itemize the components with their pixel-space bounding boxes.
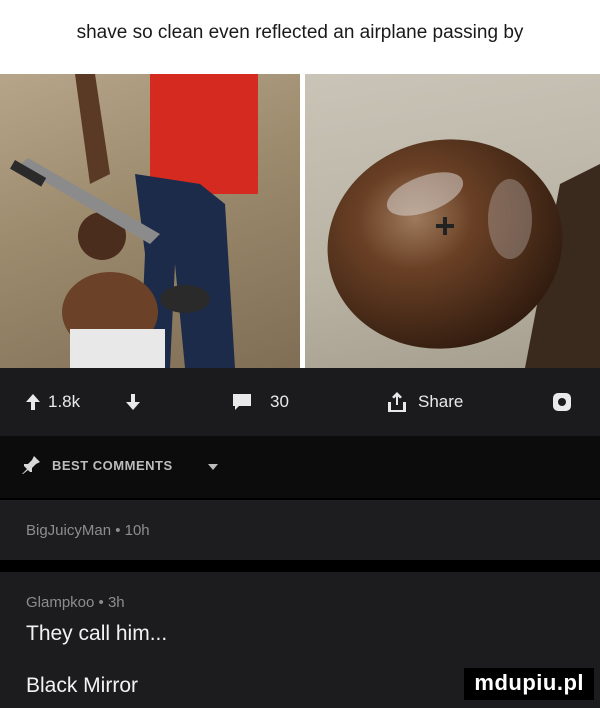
comment-count: 30 <box>270 392 289 411</box>
pin-icon <box>22 456 40 474</box>
comment-meta: BigJuicyMan • 10h <box>26 522 150 539</box>
comment-button[interactable] <box>233 368 251 436</box>
settings-icon <box>553 393 571 411</box>
downvote-button[interactable] <box>126 368 140 436</box>
post-image[interactable] <box>0 66 600 368</box>
barber-photo <box>0 74 300 368</box>
share-button[interactable]: Share <box>388 368 463 436</box>
upvote-arrow-icon <box>26 394 40 410</box>
best-comments-header[interactable]: BEST COMMENTS <box>0 436 600 498</box>
settings-button[interactable] <box>552 368 572 436</box>
comment-icon <box>233 394 251 410</box>
comment-text: They call him... <box>26 622 168 645</box>
best-comments-label: BEST COMMENTS <box>52 458 173 473</box>
comment-text-line-2: Black Mirror <box>26 674 139 697</box>
post-caption: shave so clean even reflected an airplan… <box>0 0 600 66</box>
comment-meta: Glampkoo • 3h <box>26 594 125 611</box>
post-actions-bar: 1.8k 30 Share <box>0 368 600 436</box>
watermark: mdupiu.pl <box>464 668 594 700</box>
upvote-count: 1.8k <box>48 392 81 411</box>
share-label: Share <box>418 392 464 411</box>
dropdown-caret-icon[interactable] <box>208 464 218 470</box>
head-closeup-photo <box>305 74 600 368</box>
upvote-button[interactable] <box>26 368 40 436</box>
share-icon <box>388 392 406 412</box>
comment-item[interactable]: BigJuicyMan • 10h <box>0 500 600 560</box>
downvote-arrow-icon <box>126 394 140 410</box>
